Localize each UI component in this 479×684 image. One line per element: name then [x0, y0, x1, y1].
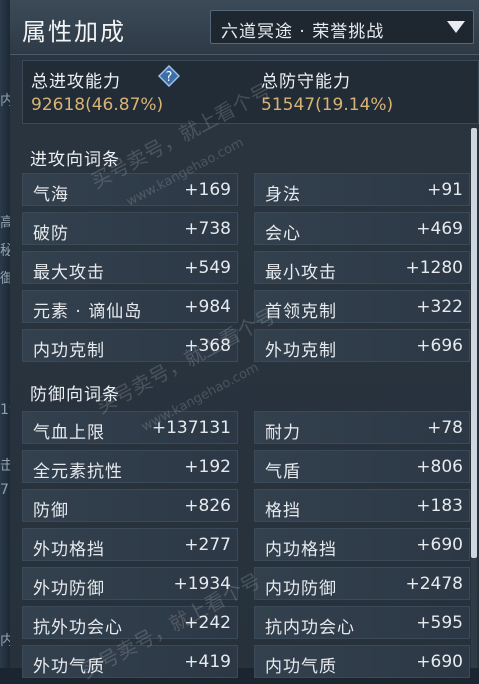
defense-stat-row: 内功防御 +2478 — [254, 567, 470, 600]
stat-name: 内功克制 — [33, 341, 105, 361]
stat-value: +78 — [427, 418, 463, 438]
stat-name: 全元素抗性 — [33, 462, 123, 482]
total-attack-value: 92618(46.87%) — [31, 95, 164, 115]
stat-name: 气海 — [33, 185, 69, 205]
stat-name: 外功气质 — [33, 657, 105, 677]
defense-stat-row: 抗内功会心 +595 — [254, 606, 470, 639]
stat-value: +549 — [184, 258, 231, 278]
attack-stat-row: 元素 · 谪仙岛 +984 — [22, 290, 238, 323]
stat-value: +91 — [427, 180, 463, 200]
left-fragment: 御 — [0, 271, 10, 287]
triangle-down-icon — [447, 21, 465, 33]
stat-value: +2478 — [405, 574, 463, 594]
stat-name: 破防 — [33, 224, 69, 244]
stat-value: +169 — [184, 180, 231, 200]
stat-value: +696 — [416, 336, 463, 356]
mode-dropdown[interactable]: 六道冥途 · 荣誉挑战 — [210, 10, 474, 44]
defense-stat-row: 防御 +826 — [22, 489, 238, 522]
defense-stat-row: 外功防御 +1934 — [22, 567, 238, 600]
total-defense-value: 51547(19.14%) — [261, 95, 394, 115]
stat-name: 外功克制 — [265, 341, 337, 361]
left-fragment: 内 — [0, 633, 10, 649]
stat-name: 外功防御 — [33, 579, 105, 599]
stat-value: +469 — [416, 219, 463, 239]
svg-text:?: ? — [166, 70, 173, 85]
panel-header: 属性加成 六道冥途 · 荣誉挑战 — [10, 0, 479, 55]
stat-name: 内功气质 — [265, 657, 337, 677]
left-fragment: 秘 — [0, 243, 10, 259]
defense-stat-row: 内功格挡 +690 — [254, 528, 470, 561]
attack-stat-row: 最小攻击 +1280 — [254, 251, 470, 284]
attack-stat-row: 破防 +738 — [22, 212, 238, 245]
attack-stat-row: 内功克制 +368 — [22, 329, 238, 362]
stat-value: +322 — [416, 297, 463, 317]
scrollbar[interactable] — [471, 128, 477, 668]
stat-name: 耐力 — [265, 423, 301, 443]
stat-value: +192 — [184, 457, 231, 477]
left-fragment: 7 — [0, 482, 9, 498]
stat-value: +595 — [416, 613, 463, 633]
stat-name: 气血上限 — [33, 423, 105, 443]
attribute-bonus-panel: 属性加成 六道冥途 · 荣誉挑战 总进攻能力 ? 92618(46.87%) 总… — [10, 0, 479, 683]
question-diamond-icon[interactable]: ? — [157, 64, 181, 88]
defense-stat-row: 抗外功会心 +242 — [22, 606, 238, 639]
stat-name: 会心 — [265, 224, 301, 244]
defense-stat-row: 耐力 +78 — [254, 411, 470, 444]
stat-name: 最大攻击 — [33, 263, 105, 283]
stat-name: 抗外功会心 — [33, 618, 123, 638]
attack-section-title: 进攻向词条 — [30, 150, 120, 170]
defense-stat-row: 全元素抗性 +192 — [22, 450, 238, 483]
defense-stat-row: 外功格挡 +277 — [22, 528, 238, 561]
defense-stat-row: 格挡 +183 — [254, 489, 470, 522]
stat-value: +368 — [184, 336, 231, 356]
stat-value: +984 — [184, 297, 231, 317]
page-title: 属性加成 — [22, 18, 126, 46]
stat-value: +1934 — [173, 574, 231, 594]
dropdown-selected-value: 六道冥途 · 荣誉挑战 — [221, 22, 385, 42]
left-fragment: 内 — [0, 93, 10, 109]
attack-stat-row: 外功克制 +696 — [254, 329, 470, 362]
stat-value: +690 — [416, 652, 463, 672]
left-fragment: 19 — [0, 402, 10, 418]
stat-value: +826 — [184, 496, 231, 516]
defense-section-title: 防御向词条 — [30, 385, 120, 405]
stat-value: +242 — [184, 613, 231, 633]
stat-value: +137131 — [151, 418, 231, 438]
stat-name: 首领克制 — [265, 302, 337, 322]
total-defense-label: 总防守能力 — [261, 72, 351, 92]
attack-stat-row: 气海 +169 — [22, 173, 238, 206]
left-fragment: 高 — [0, 215, 10, 231]
stat-name: 防御 — [33, 501, 69, 521]
stat-name: 内功格挡 — [265, 540, 337, 560]
stat-name: 元素 · 谪仙岛 — [33, 302, 143, 322]
attack-stat-row: 最大攻击 +549 — [22, 251, 238, 284]
total-attack-label: 总进攻能力 — [31, 72, 121, 92]
stat-value: +183 — [416, 496, 463, 516]
defense-stat-row: 气盾 +806 — [254, 450, 470, 483]
stat-name: 内功防御 — [265, 579, 337, 599]
stat-name: 外功格挡 — [33, 540, 105, 560]
stat-value: +806 — [416, 457, 463, 477]
scrollbar-thumb[interactable] — [471, 128, 477, 558]
stat-value: +1280 — [405, 258, 463, 278]
stat-value: +690 — [416, 535, 463, 555]
attack-stat-row: 身法 +91 — [254, 173, 470, 206]
stat-name: 抗内功会心 — [265, 618, 355, 638]
stat-name: 最小攻击 — [265, 263, 337, 283]
stat-name: 格挡 — [265, 501, 301, 521]
defense-stat-row: 外功气质 +419 — [22, 645, 238, 678]
stat-value: +277 — [184, 535, 231, 555]
stat-name: 身法 — [265, 185, 301, 205]
left-fragment: 击 — [0, 458, 10, 474]
stat-name: 气盾 — [265, 462, 301, 482]
stat-value: +419 — [184, 652, 231, 672]
totals-box: 总进攻能力 ? 92618(46.87%) 总防守能力 51547(19.14%… — [22, 60, 479, 124]
attack-stat-row: 首领克制 +322 — [254, 290, 470, 323]
defense-stat-row: 气血上限 +137131 — [22, 411, 238, 444]
stat-value: +738 — [184, 219, 231, 239]
attack-stat-row: 会心 +469 — [254, 212, 470, 245]
defense-stat-row: 内功气质 +690 — [254, 645, 470, 678]
